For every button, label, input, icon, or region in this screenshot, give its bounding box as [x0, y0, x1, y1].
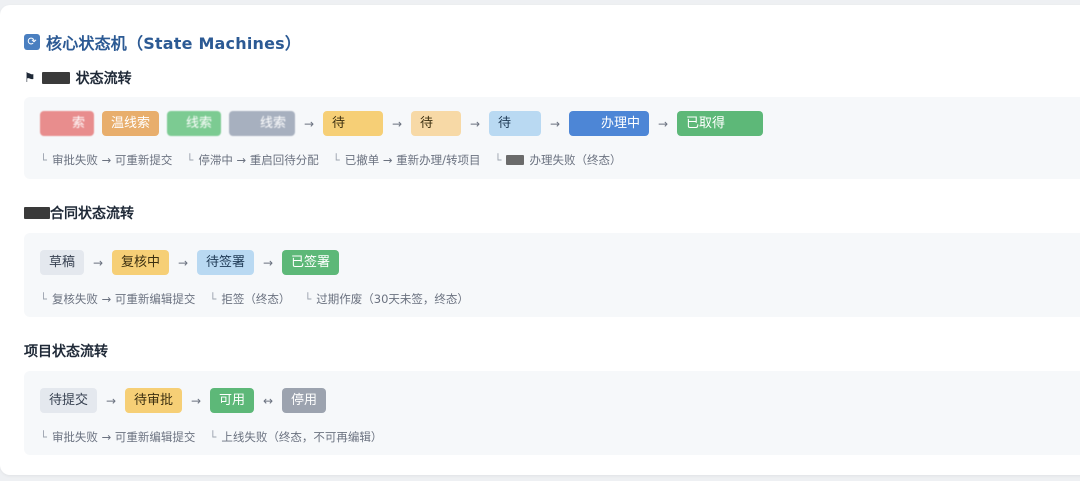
arrow-icon: → — [657, 116, 669, 131]
note-item: └ 办理失败（终态） — [494, 153, 622, 167]
status-tag: 待审批 — [125, 388, 183, 413]
status-tag: 复核中 — [112, 250, 170, 275]
note-item: └ 上线失败（终态，不可再编辑） — [209, 430, 383, 444]
bidirectional-arrow-icon: ↔ — [263, 393, 274, 408]
panel-contract-flow: 草稿 → 复核中 → 待签署 → 已签署 └ 复核失败 → 可重新编辑提交 └ 拒签… — [24, 233, 1080, 317]
arrow-icon: → — [105, 393, 117, 408]
arrow-icon: → — [549, 116, 561, 131]
status-tag: 待 — [323, 111, 384, 136]
notes-project: └ 审批失败 → 可重新编辑提交 └ 上线失败（终态，不可再编辑） — [40, 429, 382, 445]
status-tag: 待 — [411, 111, 462, 136]
card-header: ⟳ 核心状态机（State Machines） — [24, 30, 301, 54]
note-item: └ 复核失败 → 可重新编辑提交 — [40, 292, 196, 306]
notes-lead: └ 审批失败 → 可重新提交 └ 停滞中 → 重启回待分配 └ 已撤单 → 重新办理/… — [40, 152, 621, 168]
section-title-text: 状态流转 — [75, 71, 132, 87]
status-tag: 办理中 — [569, 111, 650, 136]
arrow-icon: → — [469, 116, 481, 131]
flow-lead: 索 温线索 线索 线索 → 待 → 待 → 待 → 办理中 → 已取得 — [40, 111, 764, 136]
note-item: └ 停滞中 → 重启回待分配 — [186, 153, 319, 167]
note-item: └ 过期作废（30天未签，终态） — [304, 292, 469, 306]
note-item: └ 审批失败 → 可重新编辑提交 — [40, 430, 196, 444]
status-tag: 已签署 — [282, 250, 340, 275]
status-tag: 待提交 — [40, 388, 98, 413]
status-tag: 草稿 — [40, 250, 85, 275]
status-tag: 线索 — [229, 111, 296, 136]
note-item: └ 审批失败 → 可重新提交 — [40, 153, 173, 167]
notes-contract: └ 复核失败 → 可重新编辑提交 └ 拒签（终态） └ 过期作废（30天未签，终态） — [40, 291, 469, 307]
status-tag: 已取得 — [677, 111, 764, 136]
flow-project: 待提交 → 待审批 → 可用 ↔ 停用 — [40, 388, 327, 413]
section-title-text: 合同状态流转 — [50, 206, 134, 222]
status-tag: 可用 — [210, 388, 255, 413]
refresh-icon: ⟳ — [24, 34, 40, 50]
section-icon: ⚑ — [24, 70, 36, 86]
arrow-icon: → — [391, 116, 403, 131]
status-tag: 温线索 — [102, 111, 160, 136]
state-machines-card: ⟳ 核心状态机（State Machines） ⚑ 状态流转 索 温线索 线索 … — [0, 5, 1080, 475]
arrow-icon: → — [263, 255, 274, 270]
panel-lead-flow: 索 温线索 线索 线索 → 待 → 待 → 待 → 办理中 → 已取得 └ 审批失… — [24, 97, 1080, 179]
arrow-icon: → — [303, 116, 315, 131]
redacted-text — [24, 207, 50, 219]
redacted-text — [41, 72, 70, 84]
status-tag: 停用 — [282, 388, 327, 413]
arrow-icon: → — [191, 393, 202, 408]
flow-contract: 草稿 → 复核中 → 待签署 → 已签署 — [40, 250, 340, 275]
status-tag: 待 — [489, 111, 542, 136]
arrow-icon: → — [178, 255, 189, 270]
status-tag: 待签署 — [197, 250, 255, 275]
section-title-contract: 合同状态流转 — [24, 203, 134, 223]
section-title-lead: ⚑ 状态流转 — [24, 68, 132, 88]
redacted-text — [506, 155, 525, 165]
status-tag: 线索 — [167, 111, 222, 136]
page-title: 核心状态机（State Machines） — [46, 34, 302, 53]
note-item: └ 已撤单 → 重新办理/转项目 — [332, 153, 481, 167]
status-tag: 索 — [40, 111, 94, 136]
section-title-text: 项目状态流转 — [24, 344, 108, 360]
note-item: └ 拒签（终态） — [209, 292, 291, 306]
arrow-icon: → — [92, 255, 104, 270]
panel-project-flow: 待提交 → 待审批 → 可用 ↔ 停用 └ 审批失败 → 可重新编辑提交 └ 上线失… — [24, 371, 1080, 455]
section-title-project: 项目状态流转 — [24, 341, 108, 361]
